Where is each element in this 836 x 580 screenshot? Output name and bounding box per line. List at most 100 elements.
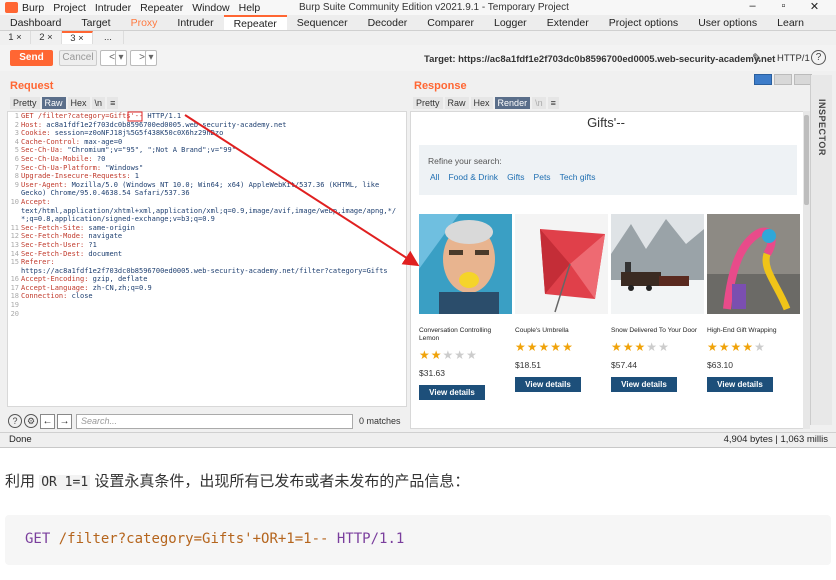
request-raw-tab[interactable]: Raw: [41, 97, 66, 109]
star-filled-icon: ★: [742, 340, 755, 354]
menu-help[interactable]: Help: [239, 2, 261, 14]
request-line: https://ac8a1fdf1e2f703dc0b8596700ed0005…: [8, 267, 406, 276]
window-controls: – ▫ ✕: [737, 0, 830, 13]
view-details-button[interactable]: View details: [419, 385, 485, 400]
star-empty-icon: ★: [646, 340, 659, 354]
view-details-button[interactable]: View details: [707, 377, 773, 392]
tab-proxy[interactable]: Proxy: [121, 15, 168, 30]
http-version[interactable]: HTTP/1: [777, 53, 810, 64]
response-render-tab[interactable]: Render: [494, 97, 531, 109]
tab-user-options[interactable]: User options: [688, 15, 767, 30]
header-key: Sec-Fetch-Dest:: [21, 249, 85, 258]
response-raw-tab[interactable]: Raw: [444, 97, 469, 109]
menu-repeater[interactable]: Repeater: [140, 2, 183, 14]
tab-dashboard[interactable]: Dashboard: [0, 15, 71, 30]
send-button[interactable]: Send: [10, 50, 53, 66]
gear-icon[interactable]: ⚙: [24, 414, 38, 428]
scrollbar-thumb[interactable]: [804, 115, 809, 205]
header-key: GET /filter?category=Gifts'--: [21, 112, 144, 120]
tab-repeater[interactable]: Repeater: [223, 15, 287, 30]
line-number: 15: [10, 258, 19, 267]
refine-label: Refine your search:: [428, 156, 502, 166]
subtab-more[interactable]: ...: [93, 31, 124, 44]
star-filled-icon: ★: [419, 348, 431, 362]
header-value: gzip, deflate: [88, 275, 148, 284]
menu-project[interactable]: Project: [53, 2, 86, 14]
response-size-time: 4,904 bytes | 1,063 millis: [723, 434, 828, 445]
status-text: Done: [9, 434, 32, 445]
gift-wrapping-product-image[interactable]: [707, 214, 800, 314]
filter-food-drink[interactable]: Food & Drink: [448, 172, 498, 182]
tab-comparer[interactable]: Comparer: [417, 15, 484, 30]
header-key: Sec-Ch-Ua:: [21, 146, 64, 155]
response-pretty-tab[interactable]: Pretty: [413, 97, 443, 109]
product-price: $63.10: [707, 360, 733, 370]
split-view-icon[interactable]: [754, 74, 772, 85]
request-newline-toggle[interactable]: \n: [91, 97, 106, 109]
help-icon[interactable]: ?: [811, 50, 826, 65]
request-line: 19: [8, 301, 406, 310]
header-value: same-origin: [84, 223, 135, 232]
umbrella-product-image[interactable]: [515, 214, 608, 314]
request-line: 11 Sec-Fetch-Site: same-origin: [8, 224, 406, 233]
edit-target-icon[interactable]: ✎: [752, 51, 762, 65]
filter-gifts[interactable]: Gifts: [507, 172, 524, 182]
snow-product-image[interactable]: [611, 214, 704, 314]
menu-intruder[interactable]: Intruder: [95, 2, 131, 14]
request-hex-tab[interactable]: Hex: [67, 97, 90, 109]
response-menu-icon[interactable]: ≡: [547, 97, 559, 109]
subtab-2[interactable]: 2 ×: [31, 31, 62, 44]
inspector-panel[interactable]: INSPECTOR: [810, 75, 832, 425]
menu-burp[interactable]: Burp: [22, 2, 44, 14]
response-scrollbar[interactable]: [803, 111, 810, 429]
inspector-label: INSPECTOR: [817, 99, 827, 156]
tab-sequencer[interactable]: Sequencer: [287, 15, 358, 30]
request-editor[interactable]: 1 GET /filter?category=Gifts'-- HTTP/1.1 2…: [7, 111, 407, 407]
request-line: text/html,application/xhtml+xml,applicat…: [8, 207, 406, 216]
header-value: "Chromium";v="95", ";Not A Brand";v="99": [63, 146, 236, 155]
tab-target[interactable]: Target: [71, 15, 120, 30]
star-filled-icon: ★: [550, 340, 563, 354]
close-button[interactable]: ✕: [799, 0, 830, 13]
menu-window[interactable]: Window: [192, 2, 229, 14]
tab-logger[interactable]: Logger: [484, 15, 537, 30]
view-details-button[interactable]: View details: [611, 377, 677, 392]
subtab-1[interactable]: 1 ×: [0, 31, 31, 44]
tab-project-options[interactable]: Project options: [599, 15, 688, 30]
product-card: Couple's Umbrella ★★★★★ $18.51 View deta…: [515, 214, 608, 392]
subtab-3[interactable]: 3 ×: [62, 31, 93, 44]
layout-toggle: [754, 74, 814, 85]
cancel-button[interactable]: Cancel: [59, 50, 97, 66]
minimize-button[interactable]: –: [737, 0, 768, 13]
back-menu-icon[interactable]: ▾: [115, 50, 127, 66]
request-menu-icon[interactable]: ≡: [107, 97, 119, 109]
next-match-button[interactable]: →: [57, 413, 72, 429]
line-number: 11: [10, 223, 19, 232]
tab-learn[interactable]: Learn: [767, 15, 814, 30]
star-empty-icon: ★: [754, 340, 766, 354]
tab-decoder[interactable]: Decoder: [358, 15, 418, 30]
product-card: Conversation Controlling Lemon ★★★★★ $31…: [419, 214, 512, 400]
line-number: 16: [10, 275, 19, 284]
request-line: 10 Accept:: [8, 198, 406, 207]
prev-match-button[interactable]: ←: [40, 413, 55, 429]
filter-tech-gifts[interactable]: Tech gifts: [560, 172, 596, 182]
help-icon[interactable]: ?: [8, 414, 22, 428]
star-filled-icon: ★: [622, 340, 635, 354]
line-number: 12: [10, 232, 19, 241]
view-details-button[interactable]: View details: [515, 377, 581, 392]
filter-pets[interactable]: Pets: [534, 172, 551, 182]
response-hex-tab[interactable]: Hex: [470, 97, 493, 109]
search-input[interactable]: Search...: [76, 413, 353, 429]
horizontal-view-icon[interactable]: [774, 74, 792, 85]
maximize-button[interactable]: ▫: [768, 0, 799, 13]
tab-intruder[interactable]: Intruder: [167, 15, 223, 30]
request-pretty-tab[interactable]: Pretty: [10, 97, 40, 109]
filter-all[interactable]: All: [430, 172, 439, 182]
forward-menu-icon[interactable]: ▾: [145, 50, 157, 66]
tab-extender[interactable]: Extender: [537, 15, 599, 30]
lemon-product-image[interactable]: [419, 214, 512, 314]
response-newline-toggle[interactable]: \n: [532, 97, 546, 109]
request-line: 1 GET /filter?category=Gifts'-- HTTP/1.1: [8, 112, 406, 121]
header-key: Accept-Encoding:: [21, 275, 89, 284]
